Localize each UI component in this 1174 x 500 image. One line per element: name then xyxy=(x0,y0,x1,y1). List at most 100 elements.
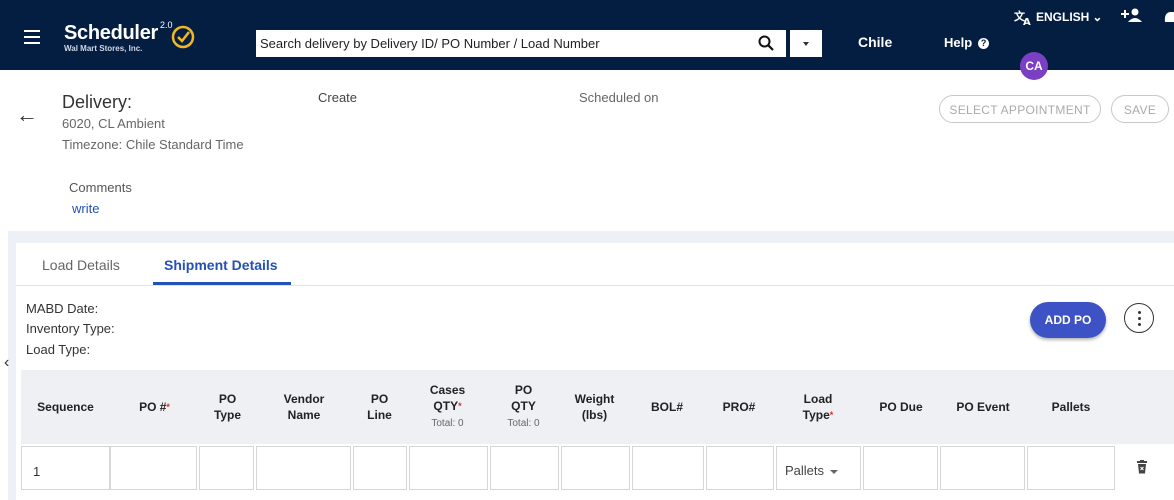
search-bar xyxy=(256,30,786,57)
write-comment-link[interactable]: write xyxy=(72,201,99,216)
table-header: Sequence PO #* PO Type Vendor Name PO Li… xyxy=(21,370,1174,444)
column-total: Total: 0 xyxy=(431,418,464,429)
chevron-left-icon[interactable]: ‹ xyxy=(4,354,9,372)
column-title-line2: Type xyxy=(213,408,242,422)
load-type-label: Load Type: xyxy=(26,342,91,357)
mabd-date-label: MABD Date: xyxy=(26,301,99,316)
po-line-input[interactable] xyxy=(353,446,407,490)
column-header-weight: Weight (lbs) xyxy=(559,370,630,444)
help-label: Help xyxy=(944,35,973,50)
column-title: PO xyxy=(514,383,533,397)
vendor-name-input[interactable] xyxy=(256,446,351,490)
column-header-bol: BOL# xyxy=(630,370,704,444)
column-total: Total: 0 xyxy=(507,418,540,429)
bol-input[interactable] xyxy=(632,446,704,490)
inventory-type-label: Inventory Type: xyxy=(26,321,115,336)
pro-input[interactable] xyxy=(706,446,774,490)
po-event-input[interactable] xyxy=(940,446,1025,490)
column-title-line2: (lbs) xyxy=(581,408,608,422)
column-header-load-type: Load Type* xyxy=(774,370,862,444)
country-selector[interactable]: Chile xyxy=(858,34,892,50)
avatar[interactable]: CA xyxy=(1020,52,1048,80)
column-title: Load xyxy=(803,392,833,406)
chevron-down-icon xyxy=(803,42,809,46)
search-type-dropdown[interactable] xyxy=(790,30,822,57)
weight-input[interactable] xyxy=(561,446,630,490)
po-due-input[interactable] xyxy=(863,446,938,490)
column-title-row: QTY* xyxy=(433,398,461,414)
search-input[interactable] xyxy=(256,30,750,57)
po-qty-input[interactable] xyxy=(490,446,559,490)
column-title: PRO# xyxy=(722,400,756,414)
column-title-line2: QTY xyxy=(433,399,459,413)
tab-load-details[interactable]: Load Details xyxy=(42,257,120,273)
logo-subtitle: Wal Mart Stores, Inc. xyxy=(64,44,143,53)
more-options-icon[interactable] xyxy=(1124,303,1154,333)
column-title: Weight xyxy=(574,392,615,406)
cases-qty-input[interactable] xyxy=(409,446,488,490)
language-label: ENGLISH xyxy=(1036,10,1090,25)
column-title-row: PO #* xyxy=(139,399,170,415)
save-button[interactable]: SAVE xyxy=(1111,95,1169,123)
required-marker: * xyxy=(458,401,462,411)
delivery-location: 6020, CL Ambient xyxy=(62,116,165,131)
load-type-select[interactable]: Pallets xyxy=(776,446,861,490)
required-marker: * xyxy=(829,410,834,420)
column-title-row: Type* xyxy=(803,407,834,423)
column-title: Pallets xyxy=(1051,400,1091,414)
chevron-down-icon: ⌄ xyxy=(1092,10,1103,25)
translate-icon: 文 A xyxy=(1014,9,1031,28)
svg-text:A: A xyxy=(1023,17,1031,26)
add-po-button[interactable]: ADD PO xyxy=(1030,302,1106,338)
column-header-pallets: Pallets xyxy=(1026,370,1116,444)
tab-divider xyxy=(16,285,1174,286)
column-title: PO xyxy=(218,392,237,406)
column-title-line2: QTY xyxy=(511,399,536,413)
scheduled-on-label: Scheduled on xyxy=(579,90,659,105)
column-title: PO Event xyxy=(956,400,1010,414)
column-title: BOL# xyxy=(650,400,683,414)
delivery-title: Delivery: xyxy=(62,92,133,112)
column-title-line2: Type xyxy=(802,408,830,422)
delete-icon[interactable] xyxy=(1136,460,1148,474)
help-button[interactable]: Help? xyxy=(944,35,990,50)
language-selector[interactable]: 文 A ENGLISH ⌄ xyxy=(1014,9,1103,28)
column-header-po-event: PO Event xyxy=(940,370,1026,444)
section-divider-band xyxy=(8,231,1174,243)
pallets-input[interactable] xyxy=(1027,446,1115,490)
select-appointment-button[interactable]: SELECT APPOINTMENT xyxy=(939,95,1101,123)
question-icon: ? xyxy=(978,38,990,50)
column-header-cases-qty: Cases QTY* Total: 0 xyxy=(407,370,488,444)
column-header-po-qty: PO QTY Total: 0 xyxy=(488,370,559,444)
column-header-po-due: PO Due xyxy=(862,370,940,444)
column-header-pro: PRO# xyxy=(704,370,774,444)
hamburger-menu-icon[interactable] xyxy=(24,30,40,44)
column-header-sequence: Sequence xyxy=(21,370,110,444)
column-title: PO # xyxy=(139,400,167,414)
po-type-input[interactable] xyxy=(199,446,254,490)
column-header-po-number: PO #* xyxy=(110,370,199,444)
app-logo: Scheduler 2.0 Wal Mart Stores, Inc. xyxy=(64,20,195,53)
column-header-po-type: PO Type xyxy=(199,370,256,444)
tab-shipment-details[interactable]: Shipment Details xyxy=(164,257,278,273)
column-title: PO xyxy=(370,392,389,406)
column-title-line2: Line xyxy=(367,408,392,422)
column-title: Sequence xyxy=(37,400,94,414)
logo-title-row: Scheduler 2.0 xyxy=(64,20,173,45)
load-type-value: Pallets xyxy=(785,463,825,478)
logo-title: Scheduler xyxy=(64,22,158,44)
po-number-input[interactable] xyxy=(110,446,197,490)
column-title: PO Due xyxy=(879,400,923,414)
search-icon[interactable] xyxy=(758,35,774,51)
add-user-icon[interactable] xyxy=(1121,8,1143,24)
back-arrow-icon[interactable]: ← xyxy=(16,102,38,128)
chevron-down-icon xyxy=(830,469,839,474)
sequence-cell: 1 xyxy=(21,446,110,490)
bell-icon[interactable] xyxy=(1164,10,1174,26)
create-label: Create xyxy=(318,90,358,105)
column-title: Cases xyxy=(429,383,466,397)
column-title-line2: Name xyxy=(287,408,321,422)
column-title: Vendor xyxy=(283,392,325,406)
delivery-timezone: Timezone: Chile Standard Time xyxy=(62,137,244,152)
clock-spark-icon xyxy=(171,25,195,49)
